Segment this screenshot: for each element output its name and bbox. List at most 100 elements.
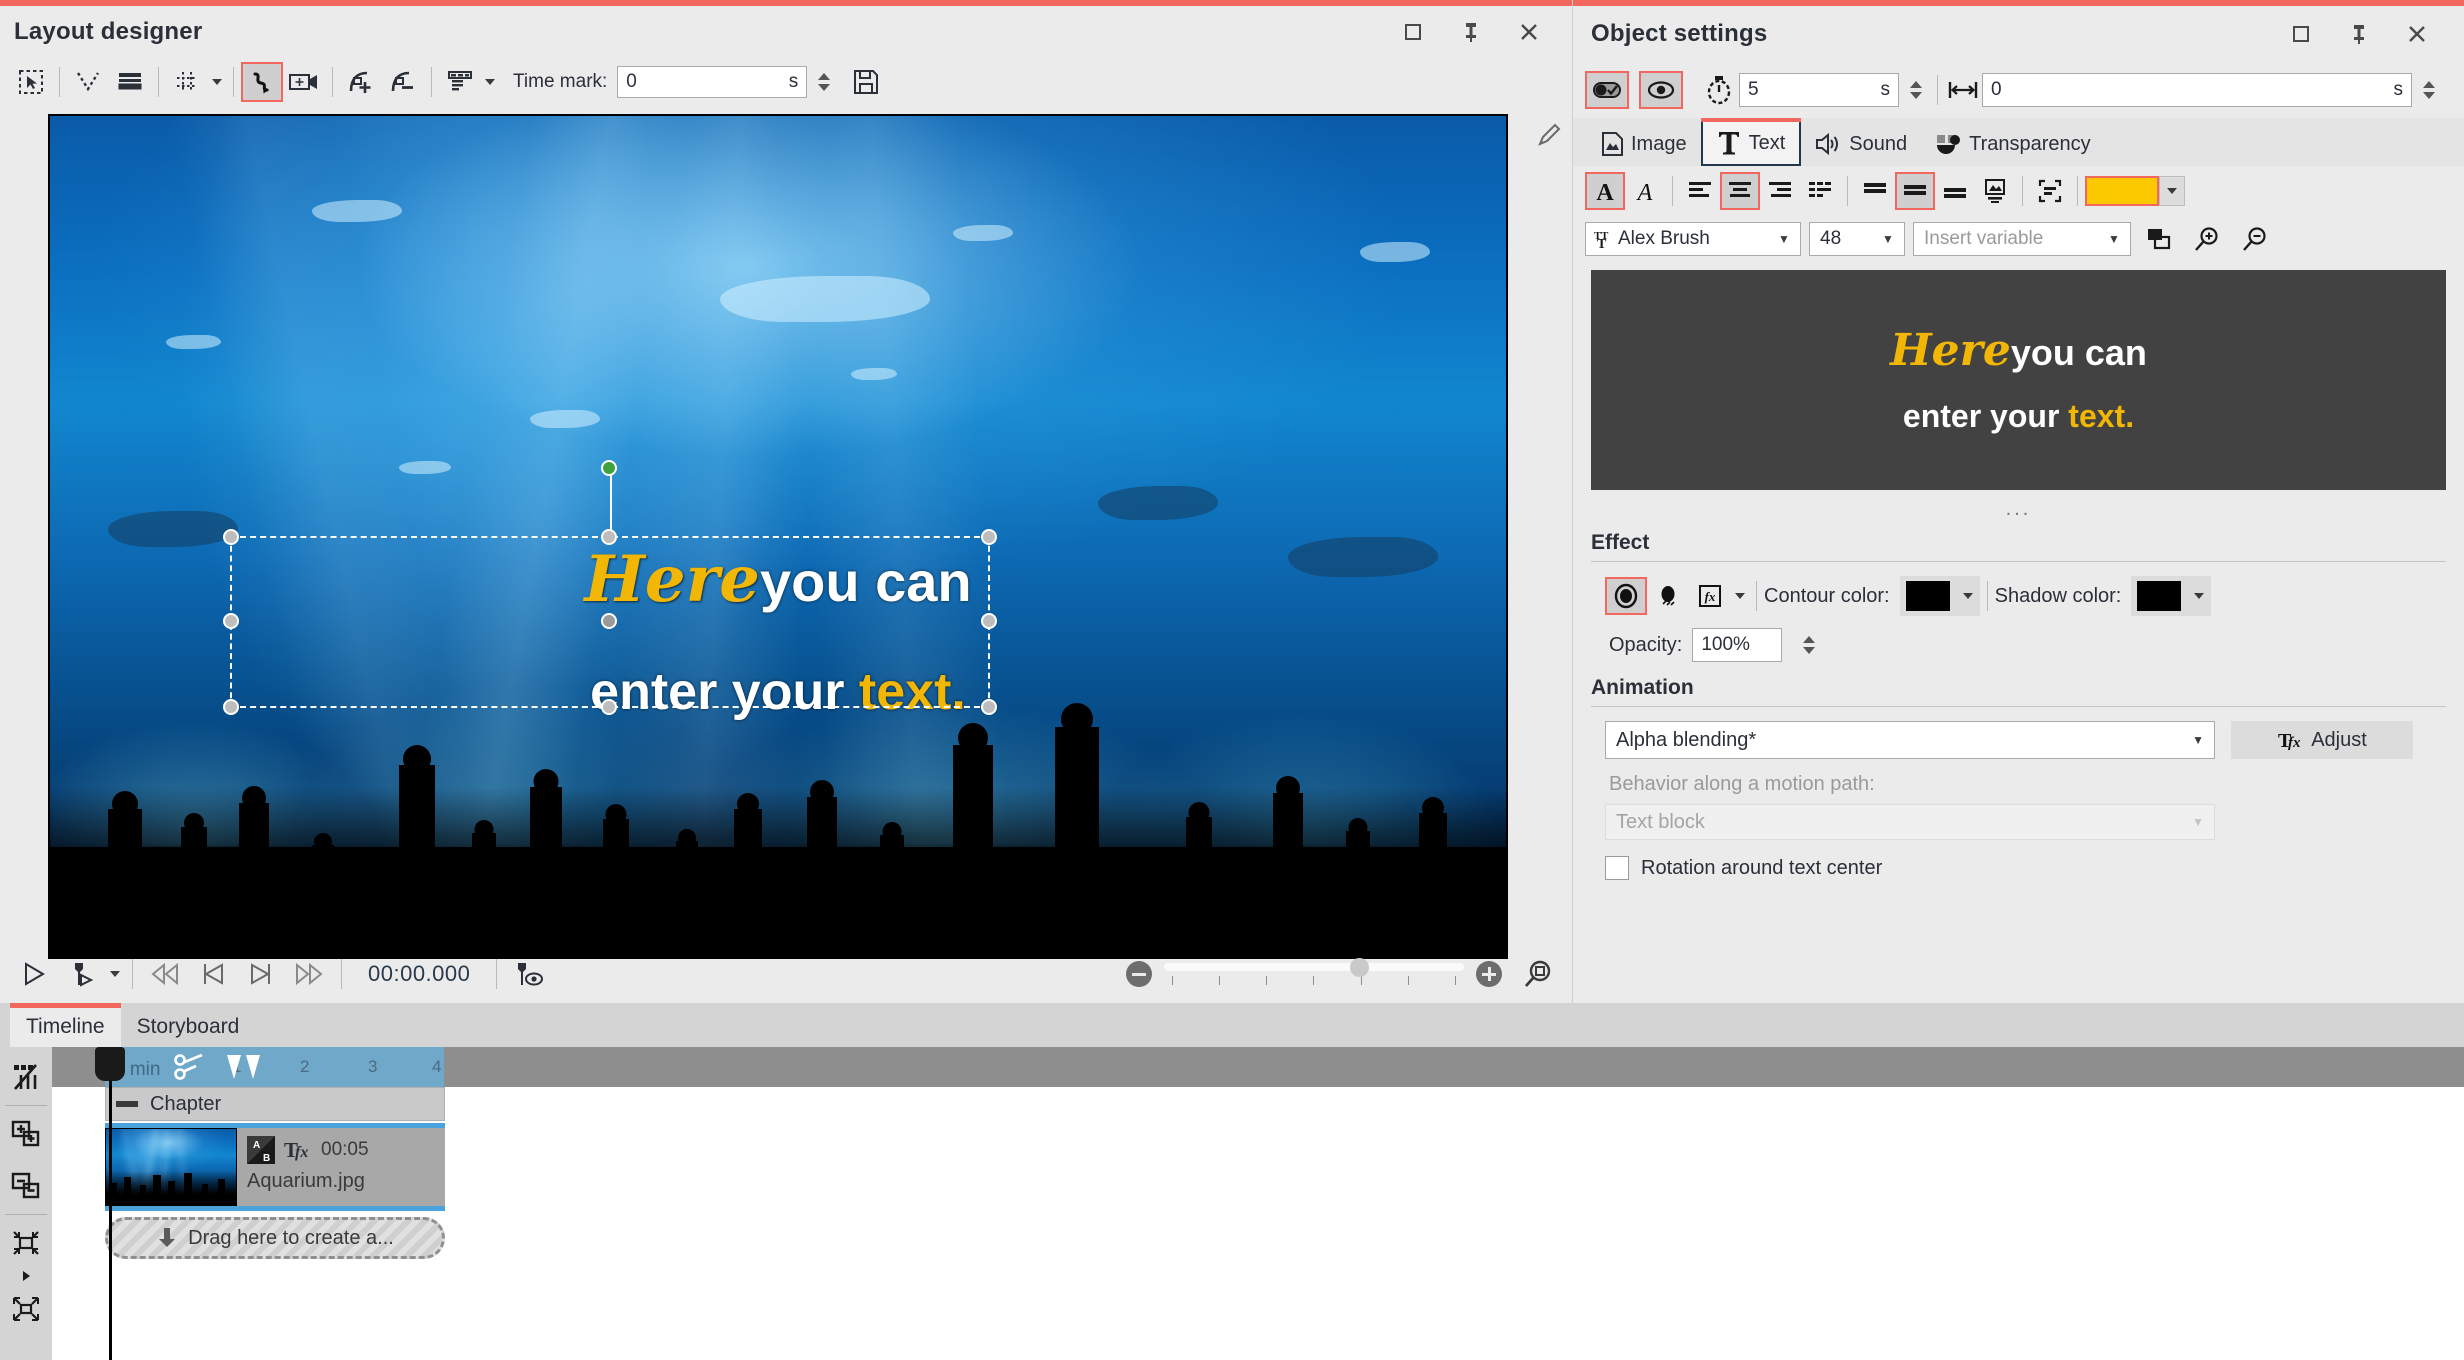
delay-stepper[interactable] bbox=[2418, 73, 2440, 107]
resize-handle-middle-left[interactable] bbox=[223, 613, 239, 629]
edit-pencil-icon[interactable] bbox=[1536, 122, 1562, 148]
zoom-track[interactable] bbox=[1164, 963, 1464, 985]
font-size-chevron-down-icon[interactable]: ▼ bbox=[1878, 232, 1898, 246]
font-size-select[interactable]: 48 ▼ bbox=[1809, 222, 1905, 256]
fx-icon[interactable]: fx bbox=[1689, 577, 1731, 615]
insert-variable-chevron-down-icon[interactable]: ▼ bbox=[2104, 232, 2124, 246]
rotation-checkbox[interactable] bbox=[1605, 856, 1629, 880]
tab-text[interactable]: Text bbox=[1701, 122, 1802, 166]
eye-icon[interactable] bbox=[1639, 71, 1683, 109]
opacity-stepper[interactable] bbox=[1798, 628, 1820, 662]
shrink-icon[interactable] bbox=[3, 1217, 49, 1269]
slide-canvas[interactable]: Hereyou can enter your text. bbox=[48, 114, 1508, 959]
contour-circle-icon[interactable] bbox=[1605, 577, 1647, 615]
font-family-select[interactable]: TTT Alex Brush ▼ bbox=[1585, 222, 1801, 256]
curve-arrow-icon[interactable] bbox=[241, 62, 283, 102]
contour-color-swatch[interactable] bbox=[1900, 576, 1956, 616]
pin-button[interactable] bbox=[1442, 10, 1500, 54]
resize-handle-bottom-right[interactable] bbox=[981, 699, 997, 715]
time-mark-stepper[interactable] bbox=[813, 65, 835, 99]
tab-sound[interactable]: Sound bbox=[1801, 122, 1921, 166]
save-icon[interactable] bbox=[845, 62, 887, 102]
table-icon[interactable] bbox=[439, 62, 481, 102]
resize-handle-middle-right[interactable] bbox=[981, 613, 997, 629]
zoom-in-magnifier-icon[interactable] bbox=[2187, 220, 2227, 258]
align-left-icon[interactable] bbox=[1680, 172, 1720, 210]
os-close-button[interactable] bbox=[2388, 12, 2446, 56]
expand-options-chevron-right-icon[interactable] bbox=[20, 1269, 32, 1283]
time-mark-input[interactable]: 0 s bbox=[617, 66, 807, 98]
text-selection-box[interactable] bbox=[230, 536, 990, 708]
resize-handle-bottom-center[interactable] bbox=[601, 699, 617, 715]
resize-handle-top-center[interactable] bbox=[601, 529, 617, 545]
resize-handle-top-right[interactable] bbox=[981, 529, 997, 545]
remove-slide-icon[interactable] bbox=[3, 1160, 49, 1212]
rotation-checkbox-row[interactable]: Rotation around text center bbox=[1591, 856, 2446, 880]
play-options-chevron-down-icon[interactable] bbox=[106, 954, 124, 994]
italic-A-icon[interactable]: A bbox=[1625, 172, 1665, 210]
text-color-chevron-down-icon[interactable] bbox=[2159, 176, 2185, 206]
camera-move-icon[interactable] bbox=[283, 62, 325, 102]
align-center-icon[interactable] bbox=[1720, 172, 1760, 210]
select-area-icon[interactable] bbox=[10, 62, 52, 102]
valign-middle-icon[interactable] bbox=[1895, 172, 1935, 210]
text-preview-box[interactable]: Hereyou can enter your text. bbox=[1591, 270, 2446, 490]
copy-layer-icon[interactable] bbox=[2139, 220, 2179, 258]
animation-chevron-down-icon[interactable]: ▼ bbox=[2192, 733, 2204, 747]
center-pivot-handle[interactable] bbox=[601, 613, 617, 629]
text-image-icon[interactable] bbox=[1975, 172, 2015, 210]
motion-path-icon[interactable] bbox=[67, 62, 109, 102]
split-icon[interactable] bbox=[3, 1051, 49, 1103]
zoom-fit-icon[interactable] bbox=[1514, 952, 1562, 996]
valign-bottom-icon[interactable] bbox=[1935, 172, 1975, 210]
duration-input[interactable]: 5 s bbox=[1739, 73, 1899, 107]
tab-storyboard[interactable]: Storyboard bbox=[121, 1007, 256, 1047]
timeline-drop-zone[interactable]: Drag here to create a... bbox=[105, 1217, 445, 1259]
scissors-icon[interactable] bbox=[174, 1053, 208, 1081]
fit-frame-icon[interactable] bbox=[2030, 172, 2070, 210]
preview-expand-ellipsis[interactable]: ... bbox=[1573, 498, 2464, 521]
table-options-chevron-down-icon[interactable] bbox=[481, 62, 499, 102]
tab-timeline[interactable]: Timeline bbox=[10, 1007, 121, 1047]
plus-circle-icon[interactable] bbox=[1476, 961, 1502, 987]
timeline-tracks[interactable]: 0 min 1 2 3 4 Chapter bbox=[52, 1047, 2464, 1360]
shadow-blob-icon[interactable] bbox=[1647, 577, 1689, 615]
rotation-handle[interactable] bbox=[601, 460, 617, 476]
resize-handle-top-left[interactable] bbox=[223, 529, 239, 545]
shadow-color-swatch[interactable] bbox=[2131, 576, 2187, 616]
minus-circle-icon[interactable] bbox=[1126, 961, 1152, 987]
expand-icon[interactable] bbox=[3, 1283, 49, 1335]
resize-handle-bottom-left[interactable] bbox=[223, 699, 239, 715]
bold-A-icon[interactable]: A bbox=[1585, 172, 1625, 210]
opacity-input[interactable]: 100% bbox=[1692, 628, 1782, 662]
font-family-chevron-down-icon[interactable]: ▼ bbox=[1774, 232, 1794, 246]
pause-marks-icon[interactable] bbox=[227, 1055, 260, 1079]
keyframe-remove-icon[interactable] bbox=[382, 62, 424, 102]
adjust-button[interactable]: Tfx Adjust bbox=[2231, 721, 2413, 759]
valign-top-icon[interactable] bbox=[1855, 172, 1895, 210]
shadow-color-chevron-down-icon[interactable] bbox=[2187, 576, 2211, 616]
align-justify-icon[interactable] bbox=[1800, 172, 1840, 210]
os-maximize-button[interactable] bbox=[2272, 12, 2330, 56]
timeline-playhead[interactable] bbox=[109, 1047, 112, 1360]
maximize-button[interactable] bbox=[1384, 10, 1442, 54]
add-slide-icon[interactable] bbox=[3, 1108, 49, 1160]
tab-transparency[interactable]: Transparency bbox=[1921, 122, 2105, 166]
timeline-chapter-row[interactable]: Chapter bbox=[105, 1087, 445, 1121]
delay-input[interactable]: 0 s bbox=[1982, 73, 2412, 107]
effect-chevron-down-icon[interactable] bbox=[1731, 576, 1749, 616]
grid-icon[interactable] bbox=[166, 62, 208, 102]
keyframe-add-icon[interactable] bbox=[340, 62, 382, 102]
insert-variable-select[interactable]: Insert variable ▼ bbox=[1913, 222, 2131, 256]
toggle-check-icon[interactable] bbox=[1585, 71, 1629, 109]
contour-color-chevron-down-icon[interactable] bbox=[1956, 576, 1980, 616]
chapter-collapse-icon[interactable] bbox=[116, 1101, 138, 1107]
zoom-out-magnifier-icon[interactable] bbox=[2235, 220, 2275, 258]
playhead-handle[interactable] bbox=[95, 1047, 125, 1081]
text-color-swatch[interactable] bbox=[2085, 176, 2159, 206]
zoom-knob[interactable] bbox=[1350, 958, 1369, 977]
grid-options-chevron-down-icon[interactable] bbox=[208, 62, 226, 102]
tab-image[interactable]: Image bbox=[1587, 122, 1701, 166]
duration-stepper[interactable] bbox=[1905, 73, 1927, 107]
align-right-icon[interactable] bbox=[1760, 172, 1800, 210]
